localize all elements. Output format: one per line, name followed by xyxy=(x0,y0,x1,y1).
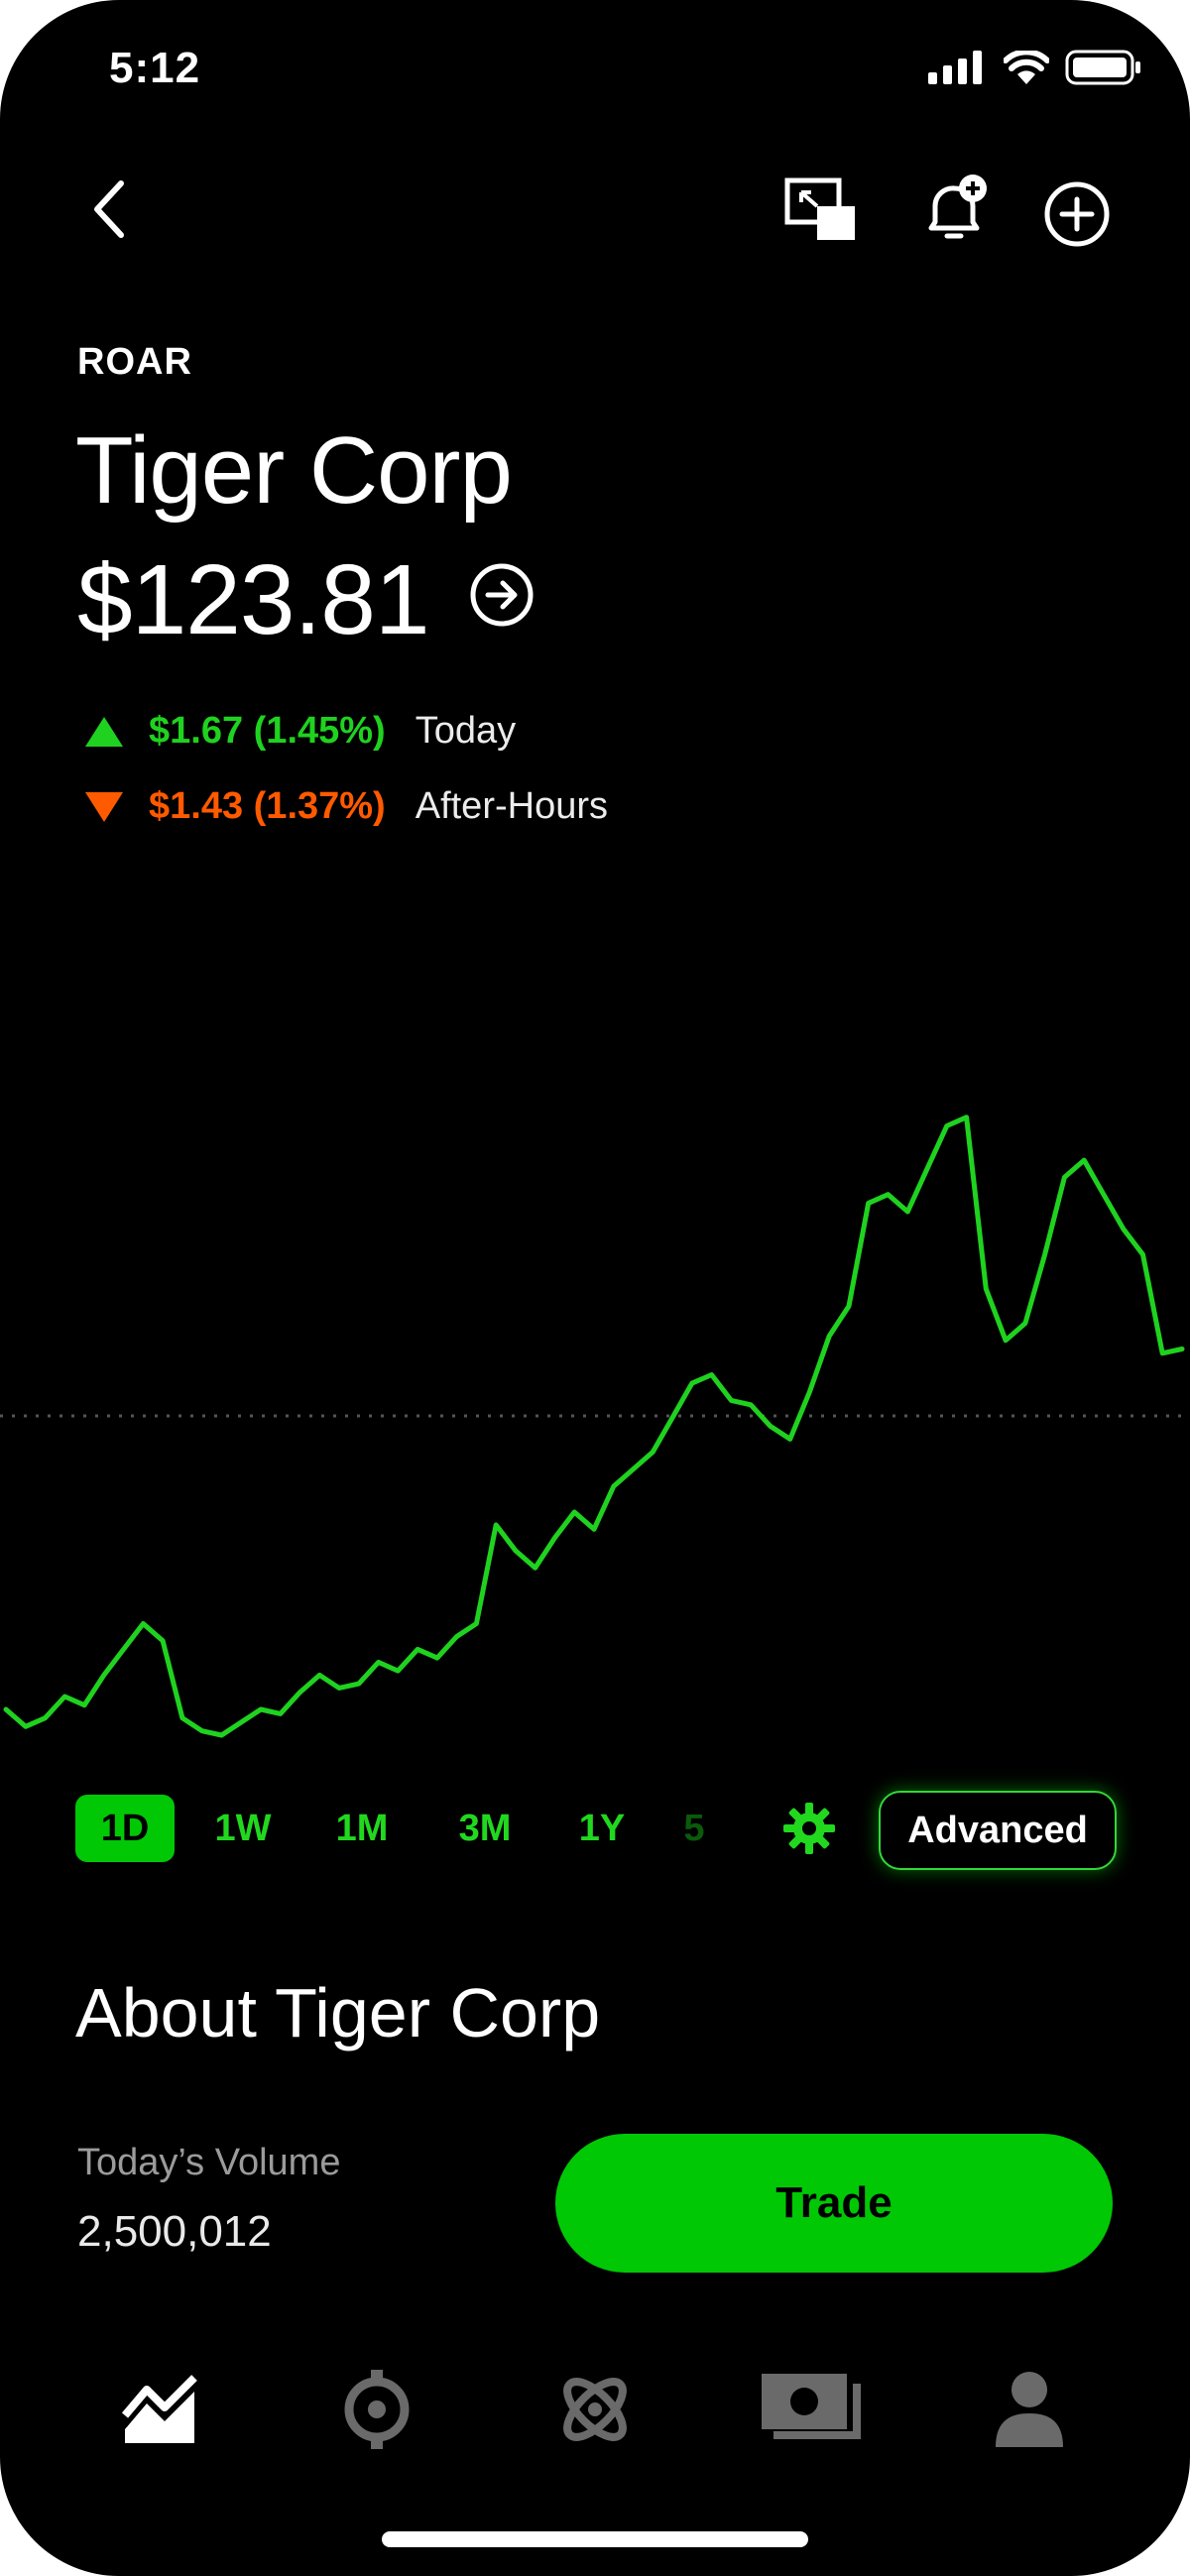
tab-cash[interactable] xyxy=(752,2350,871,2469)
price-line-series xyxy=(3,1114,1185,1738)
phone-screen: 5:12 ROAR Tiger Corp $123.81 $1.67 (1.45… xyxy=(0,0,1190,2576)
after-hours-change-value: $1.43 (1.37%) xyxy=(149,785,386,827)
battery-icon xyxy=(1065,50,1140,85)
picture-in-picture-icon xyxy=(784,177,855,240)
company-name: Tiger Corp xyxy=(75,417,513,524)
chart-settings-button[interactable] xyxy=(770,1795,849,1862)
browse-icon xyxy=(563,2378,627,2441)
price-detail-button[interactable] xyxy=(468,561,536,629)
range-5y[interactable]: 5 xyxy=(674,1795,714,1862)
add-circle-icon xyxy=(1044,181,1110,247)
range-1d[interactable]: 1D xyxy=(75,1795,175,1862)
back-button[interactable] xyxy=(79,175,139,244)
today-change-value: $1.67 (1.45%) xyxy=(149,710,386,752)
bell-plus-icon xyxy=(928,175,987,239)
home-indicator[interactable] xyxy=(382,2531,808,2547)
tab-browse[interactable] xyxy=(536,2350,654,2469)
investing-icon xyxy=(121,2375,197,2443)
tab-account[interactable] xyxy=(970,2350,1089,2469)
volume-value: 2,500,012 xyxy=(77,2207,272,2256)
price-chart[interactable] xyxy=(0,982,1190,1775)
range-1m[interactable]: 1M xyxy=(319,1795,405,1862)
time-range-selector: 1D 1W 1M 3M 1Y 5 Advanced xyxy=(75,1791,1117,1870)
tab-crypto[interactable] xyxy=(317,2350,436,2469)
range-1y[interactable]: 1Y xyxy=(567,1795,637,1862)
tab-investing[interactable] xyxy=(101,2350,220,2469)
status-icons xyxy=(928,50,1142,85)
price-alert-button[interactable] xyxy=(916,171,996,250)
account-icon xyxy=(996,2372,1063,2447)
today-change-row: $1.67 (1.45%) Today xyxy=(85,710,516,753)
back-chevron-icon xyxy=(94,180,124,238)
advanced-button[interactable]: Advanced xyxy=(879,1791,1117,1870)
picture-in-picture-button[interactable] xyxy=(781,175,861,246)
volume-label: Today’s Volume xyxy=(77,2142,341,2183)
signal-icon xyxy=(928,51,982,84)
arrow-right-circle-icon xyxy=(470,563,534,627)
after-hours-change-label: After-Hours xyxy=(415,785,608,827)
triangle-down-icon xyxy=(85,791,123,822)
add-to-list-button[interactable] xyxy=(1037,175,1117,254)
bottom-tab-bar xyxy=(0,2350,1190,2469)
trade-button[interactable]: Trade xyxy=(555,2134,1113,2273)
range-3m[interactable]: 3M xyxy=(442,1795,528,1862)
triangle-up-icon xyxy=(85,716,123,747)
crypto-icon xyxy=(344,2370,410,2449)
after-hours-change-row: $1.43 (1.37%) After-Hours xyxy=(85,785,608,828)
about-heading: About Tiger Corp xyxy=(75,1974,601,2051)
today-change-label: Today xyxy=(415,710,517,752)
ticker-symbol: ROAR xyxy=(77,341,192,383)
gear-icon xyxy=(783,1803,835,1854)
wifi-icon xyxy=(1004,51,1049,84)
range-1w[interactable]: 1W xyxy=(200,1795,286,1862)
cash-icon xyxy=(762,2374,861,2439)
status-time: 5:12 xyxy=(109,44,201,92)
stock-price: $123.81 xyxy=(77,544,429,655)
